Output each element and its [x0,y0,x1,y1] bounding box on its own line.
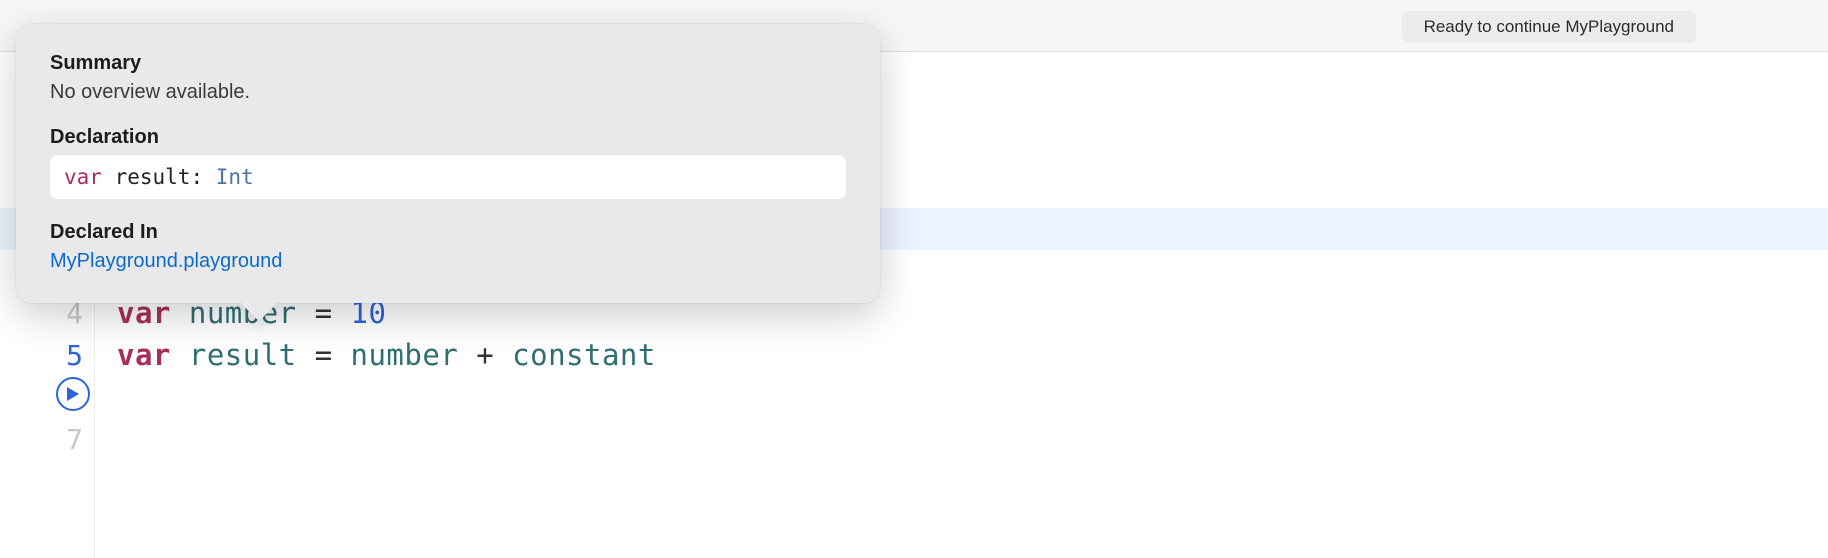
declared-in-heading: Declared In [50,221,846,244]
code-line-5[interactable]: 5 var result = number + constant [0,334,1828,376]
quick-help-popover: Summary No overview available. Declarati… [16,24,880,303]
summary-heading: Summary [50,52,846,75]
declaration-box: var result: Int [50,155,846,199]
summary-body: No overview available. [50,81,846,104]
play-icon [66,386,80,402]
status-text: Ready to continue MyPlayground [1424,17,1674,37]
code-line-7[interactable]: 7 [0,418,1828,460]
declared-in-link[interactable]: MyPlayground.playground [50,250,846,273]
code-text: var result = number + constant [95,338,656,372]
declaration-heading: Declaration [50,126,846,149]
line-number: 7 [0,423,95,456]
run-button[interactable] [56,377,90,411]
line-number: 5 [0,339,95,372]
status-pill: Ready to continue MyPlayground [1402,11,1696,43]
